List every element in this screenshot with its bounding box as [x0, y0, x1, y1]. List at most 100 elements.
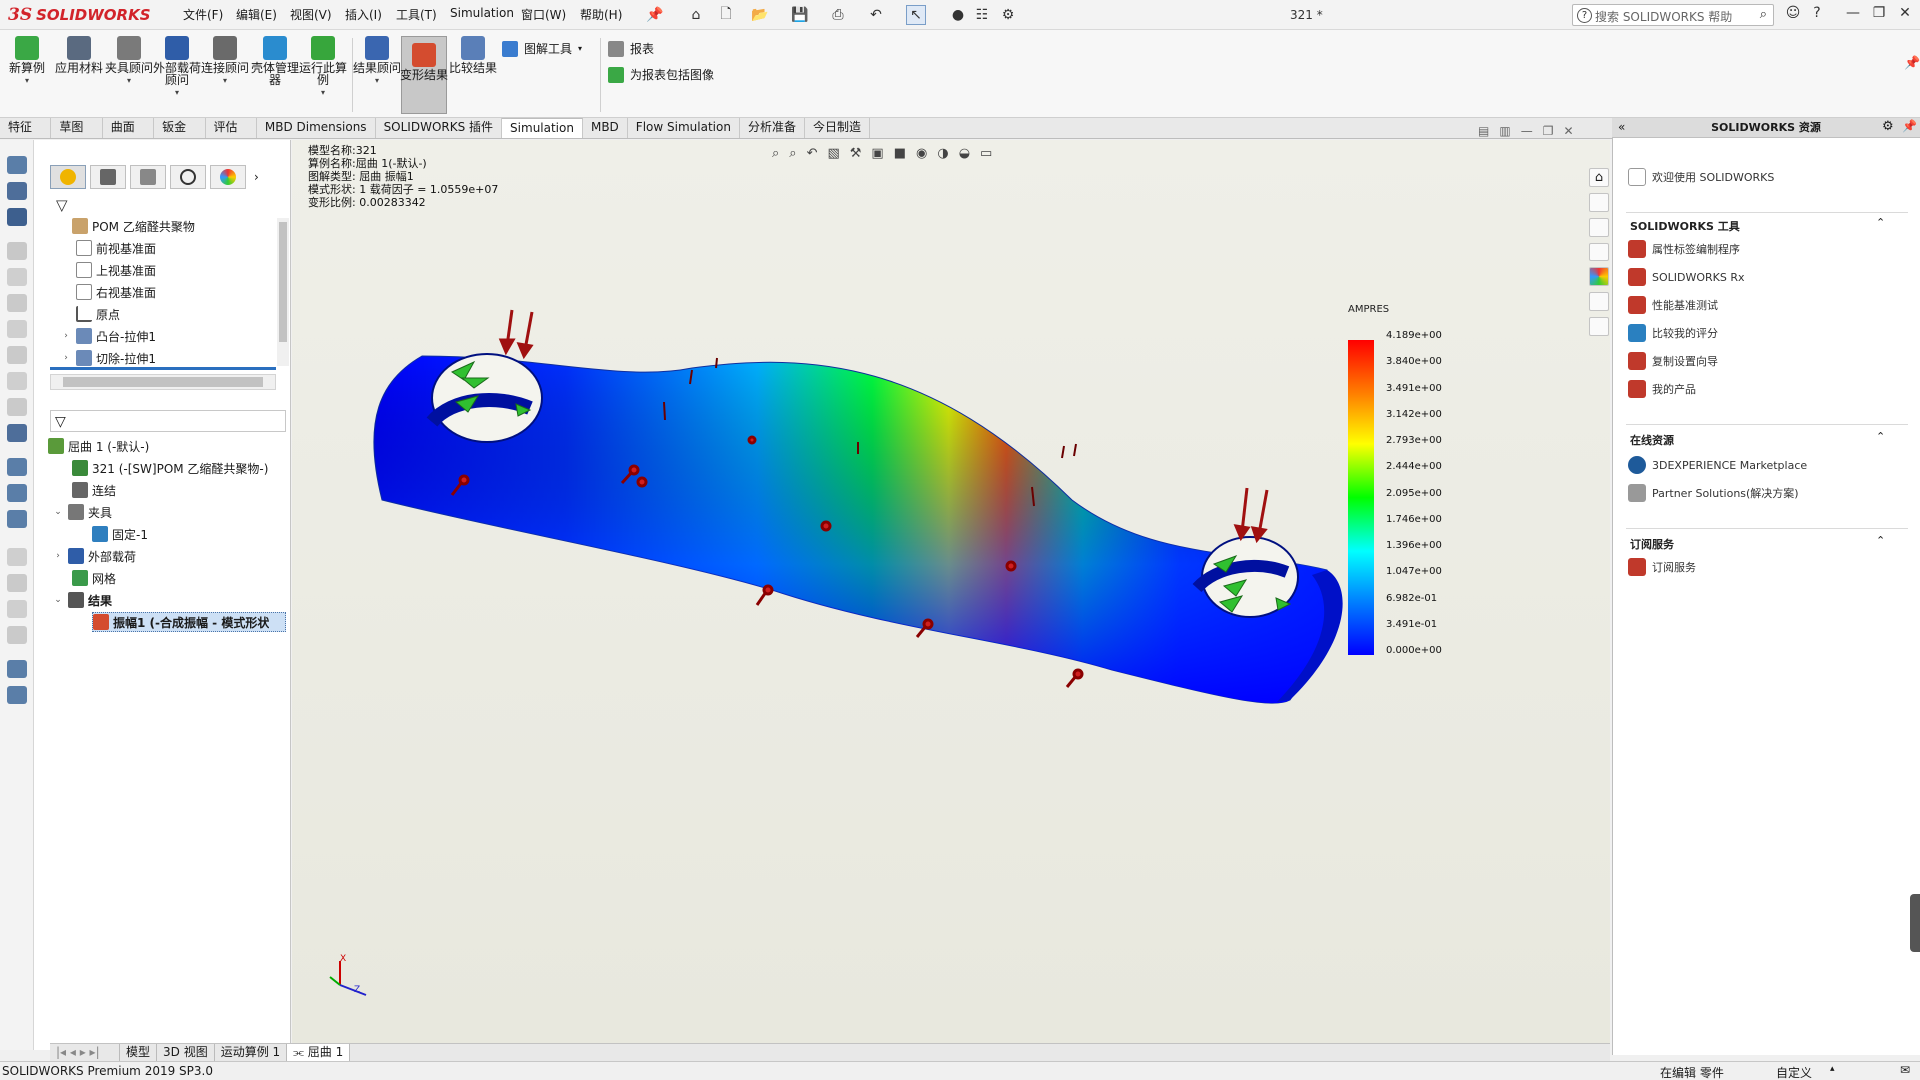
view-palette-icon[interactable]: [1589, 242, 1609, 262]
tab-simulation[interactable]: Simulation: [502, 118, 583, 138]
close-document-icon[interactable]: ✕: [1563, 124, 1573, 138]
tab-model[interactable]: 模型: [120, 1044, 158, 1061]
tab-buckling-study[interactable]: ⫘ 屈曲 1: [287, 1044, 351, 1061]
tool-icon[interactable]: [7, 548, 27, 566]
pane-resize-handle[interactable]: [1910, 894, 1920, 952]
menu-help[interactable]: 帮助(H): [580, 6, 622, 23]
home-icon[interactable]: ⌂: [686, 5, 706, 25]
chevron-right-icon[interactable]: ›: [254, 165, 259, 191]
apply-material-button[interactable]: 应用材料: [55, 36, 103, 74]
menu-window[interactable]: 窗口(W): [521, 6, 566, 23]
minimize-document-icon[interactable]: —: [1521, 124, 1533, 138]
tab-analysis-preparation[interactable]: 分析准备: [740, 118, 805, 138]
chevron-up-icon[interactable]: ⌃: [1876, 216, 1885, 229]
tool-icon[interactable]: [7, 458, 27, 476]
my-products-link[interactable]: 我的产品: [1628, 380, 1696, 398]
tool-icon[interactable]: [7, 156, 27, 174]
help-icon[interactable]: ?: [1806, 5, 1828, 25]
design-library-icon[interactable]: [1589, 193, 1609, 212]
tab-mbd[interactable]: MBD: [583, 118, 628, 138]
3dexperience-marketplace-link[interactable]: 3DEXPERIENCE Marketplace: [1628, 456, 1807, 474]
tree-item-boss-extrude[interactable]: › 凸台-拉伸1: [60, 326, 156, 346]
tool-icon[interactable]: [7, 510, 27, 528]
tool-icon[interactable]: [7, 346, 27, 364]
compare-my-score-link[interactable]: 比较我的评分: [1628, 324, 1718, 342]
tool-icon[interactable]: [7, 398, 27, 416]
file-properties-icon[interactable]: ☷: [972, 5, 992, 25]
tree-item-fixtures[interactable]: ⌄ 夹具: [52, 502, 112, 522]
user-account-icon[interactable]: ☺: [1782, 5, 1804, 25]
tool-icon[interactable]: [7, 686, 27, 704]
tab-solidworks-addins[interactable]: SOLIDWORKS 插件: [376, 118, 503, 138]
open-folder-icon[interactable]: 📂: [750, 5, 770, 25]
tab-sheet-metal[interactable]: 钣金: [154, 118, 206, 138]
simulation-filter-field[interactable]: ▽: [50, 410, 286, 432]
tree-item-mesh[interactable]: 网格: [72, 568, 116, 588]
collapse-arrow-icon[interactable]: ⌄: [52, 507, 64, 517]
expand-pane-icon[interactable]: ▥: [1499, 124, 1510, 138]
tab-today-manufacturing[interactable]: 今日制造: [805, 118, 870, 138]
tool-icon[interactable]: [7, 600, 27, 618]
rollback-bar[interactable]: [50, 367, 276, 370]
tab-display-manager[interactable]: [210, 165, 246, 189]
tool-icon[interactable]: [7, 424, 27, 442]
tree-item-right-plane[interactable]: 右视基准面: [76, 282, 156, 302]
tree-item-top-plane[interactable]: 上视基准面: [76, 260, 156, 280]
tab-scroll-arrows[interactable]: |◂ ◂ ▸ ▸|: [50, 1044, 120, 1061]
chevron-up-icon[interactable]: ⌃: [1876, 430, 1885, 443]
options-gear-icon[interactable]: ⚙: [998, 5, 1018, 25]
property-tab-builder-link[interactable]: 属性标签编制程序: [1628, 240, 1740, 258]
shell-manager-button[interactable]: 壳体管理器: [251, 36, 299, 86]
tool-icon[interactable]: [7, 294, 27, 312]
tool-icon[interactable]: [7, 574, 27, 592]
menu-tools[interactable]: 工具(T): [396, 6, 437, 23]
plot-tools-button[interactable]: 图解工具 ▾: [502, 40, 582, 57]
copy-settings-wizard-link[interactable]: 复制设置向导: [1628, 352, 1718, 370]
expand-arrow-icon[interactable]: ›: [60, 331, 72, 341]
welcome-link[interactable]: 欢迎使用 SOLIDWORKS: [1628, 168, 1774, 186]
menu-simulation[interactable]: Simulation: [450, 6, 514, 20]
appearances-icon[interactable]: [1589, 267, 1609, 287]
collapse-arrow-icon[interactable]: ⌄: [52, 595, 64, 605]
pin-icon[interactable]: 📌: [1902, 119, 1917, 133]
tree-item-front-plane[interactable]: 前视基准面: [76, 238, 156, 258]
expand-arrow-icon[interactable]: ›: [52, 551, 64, 561]
collapse-pane-icon[interactable]: ▤: [1478, 124, 1489, 138]
chevron-up-icon[interactable]: ▴: [1830, 1064, 1835, 1074]
select-cursor-icon[interactable]: ↖: [906, 5, 926, 25]
tab-evaluate[interactable]: 评估: [206, 118, 257, 138]
tab-configuration-manager[interactable]: [130, 165, 166, 189]
scrollbar-thumb[interactable]: [63, 377, 263, 387]
tab-property-manager[interactable]: [90, 165, 126, 189]
tree-vertical-scrollbar[interactable]: [277, 218, 289, 366]
tree-item-amplitude-plot[interactable]: 振幅1 (-合成振幅 - 模式形状: [92, 612, 286, 632]
save-icon[interactable]: 💾: [790, 5, 810, 25]
tool-icon[interactable]: [7, 484, 27, 502]
tool-icon[interactable]: [7, 182, 27, 200]
scrollbar-thumb[interactable]: [279, 222, 287, 342]
filter-icon[interactable]: ▽: [56, 196, 68, 214]
tree-item-cut-extrude[interactable]: › 切除-拉伸1: [60, 348, 156, 368]
close-window-icon[interactable]: ✕: [1894, 5, 1916, 25]
tree-item-results[interactable]: ⌄ 结果: [52, 590, 112, 610]
tab-motion-study[interactable]: 运动算例 1: [215, 1044, 288, 1061]
performance-benchmark-link[interactable]: 性能基准测试: [1628, 296, 1718, 314]
subscription-services-link[interactable]: 订阅服务: [1628, 558, 1696, 576]
file-explorer-icon[interactable]: [1589, 217, 1609, 237]
undo-icon[interactable]: ↶: [866, 5, 886, 25]
report-button[interactable]: 报表: [608, 40, 654, 57]
tool-icon[interactable]: [7, 242, 27, 260]
tool-icon[interactable]: [7, 268, 27, 286]
tree-item-origin[interactable]: 原点: [76, 304, 120, 324]
solidworks-rx-link[interactable]: SOLIDWORKS Rx: [1628, 268, 1745, 286]
new-study-button[interactable]: 新算例 ▾: [4, 36, 50, 85]
chat-icon[interactable]: ✉: [1900, 1063, 1910, 1077]
restore-window-icon[interactable]: ❐: [1868, 5, 1890, 25]
tree-item-fixed-1[interactable]: 固定-1: [92, 524, 148, 544]
rebuild-traffic-light-icon[interactable]: ●: [948, 5, 968, 25]
pin-icon[interactable]: 📌: [1904, 56, 1920, 71]
tab-3d-view[interactable]: 3D 视图: [157, 1044, 215, 1061]
home-icon[interactable]: ⌂: [1589, 168, 1609, 187]
menu-file[interactable]: 文件(F): [183, 6, 223, 23]
menu-insert[interactable]: 插入(I): [345, 6, 382, 23]
